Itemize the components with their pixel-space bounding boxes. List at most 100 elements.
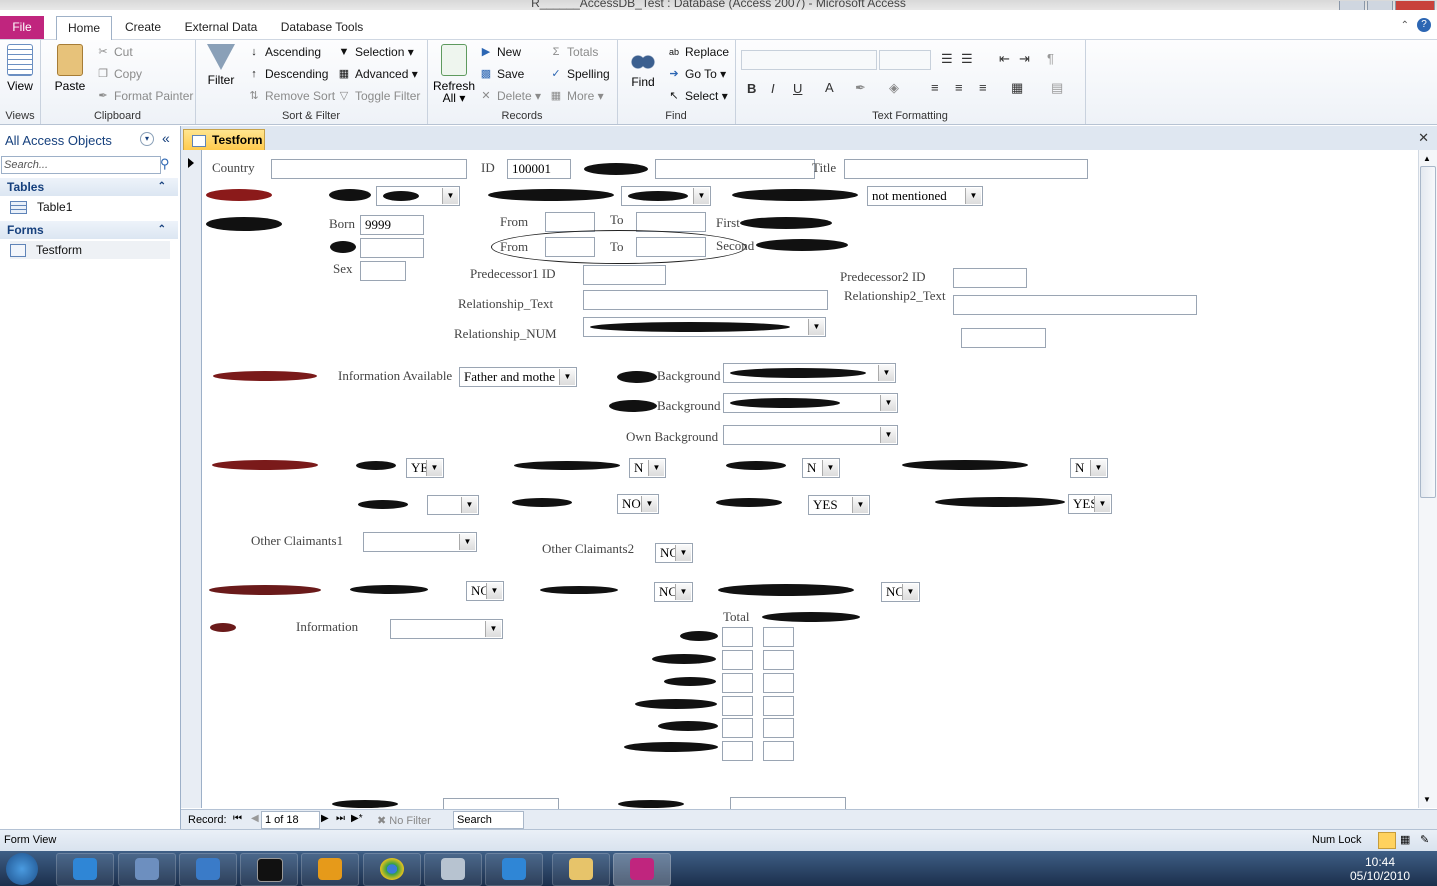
alternate-row-icon[interactable]: ▤ — [1051, 80, 1063, 96]
dropdown-arrow-icon[interactable]: ▼ — [461, 497, 477, 513]
sub-field-3[interactable] — [763, 673, 794, 693]
select-yes-2[interactable]: YES ▼ — [1068, 494, 1112, 514]
select-button[interactable]: ↖ Select ▾ — [667, 89, 727, 103]
father-background-select[interactable]: ▼ — [723, 363, 896, 383]
datasheet-view-icon[interactable]: ▦ — [1400, 833, 1410, 846]
total-field-3[interactable] — [722, 673, 753, 693]
no-filter-button[interactable]: ✖ No Filter — [377, 814, 431, 827]
align-left-icon[interactable]: ≡ — [931, 80, 939, 95]
record-position-field[interactable]: 1 of 18 — [261, 811, 320, 829]
font-name-select[interactable] — [741, 50, 877, 70]
spelling-button[interactable]: ✓ Spelling — [549, 67, 609, 81]
scroll-down-icon[interactable]: ▼ — [1423, 795, 1431, 804]
gridlines-icon[interactable]: ▦ — [1011, 80, 1023, 96]
title-field[interactable] — [844, 159, 1088, 179]
select-nc-1[interactable]: NC ▼ — [466, 581, 504, 601]
font-size-select[interactable] — [879, 50, 931, 70]
taskbar-app-pro[interactable] — [179, 853, 237, 886]
delete-button[interactable]: ✕ Delete ▾ — [479, 89, 541, 103]
information-select[interactable]: ▼ — [390, 619, 503, 639]
cut-button[interactable]: ✂ Cut — [96, 45, 132, 59]
ascending-button[interactable]: ↓ Ascending — [247, 45, 321, 59]
close-tab-icon[interactable]: ✕ — [1418, 130, 1429, 146]
select-nc-3[interactable]: NC ▼ — [881, 582, 920, 602]
predecessor2-field[interactable] — [953, 268, 1027, 288]
dropdown-arrow-icon[interactable]: ▼ — [559, 369, 575, 385]
dropdown-arrow-icon[interactable]: ▼ — [693, 188, 709, 204]
sub-field-2[interactable] — [763, 650, 794, 670]
first-record-icon[interactable]: ⏮ — [233, 813, 242, 824]
tab-external-data[interactable]: External Data — [180, 16, 262, 39]
other-claimants1-select[interactable]: ▼ — [363, 532, 477, 552]
to-field-1[interactable] — [636, 212, 706, 232]
dropdown-arrow-icon[interactable]: ▼ — [442, 188, 458, 204]
dropdown-arrow-icon[interactable]: ▼ — [648, 460, 664, 476]
taskbar-internet-explorer-2[interactable] — [485, 853, 543, 886]
dropdown-arrow-icon[interactable]: ▼ — [675, 584, 691, 600]
taskbar-chrome[interactable] — [363, 853, 421, 886]
taskbar-access[interactable] — [613, 853, 671, 886]
other-claimants2-select[interactable]: NC ▼ — [655, 543, 693, 563]
shutter-bar-icon[interactable]: « — [162, 130, 170, 146]
elected2-select[interactable]: ▼ — [427, 495, 479, 515]
total-field-2[interactable] — [722, 650, 753, 670]
new-record-nav-icon[interactable]: ▶* — [351, 813, 363, 824]
help-icon[interactable]: ? — [1417, 18, 1431, 32]
dropdown-arrow-icon[interactable]: ▼ — [641, 496, 657, 512]
clock[interactable]: 10:44 05/10/2010 — [1340, 855, 1420, 883]
nav-header[interactable]: All Access Objects ▾ « — [0, 130, 180, 152]
select-yes-1[interactable]: YES ▼ — [808, 495, 870, 515]
descending-button[interactable]: ↑ Descending — [247, 67, 328, 81]
relationship-text-field[interactable] — [583, 290, 828, 310]
advanced-button[interactable]: ▦ Advanced ▾ — [337, 67, 418, 81]
tab-file[interactable]: File — [0, 16, 44, 39]
previous-record-icon[interactable]: ◀ — [251, 813, 259, 824]
select-nc-2[interactable]: NC ▼ — [654, 582, 693, 602]
underline-button[interactable]: U — [793, 81, 802, 96]
select-2[interactable]: ▼ — [621, 186, 711, 206]
scroll-thumb[interactable] — [1420, 166, 1436, 498]
total-field-1[interactable] — [722, 627, 753, 647]
dropdown-arrow-icon[interactable]: ▼ — [902, 584, 918, 600]
sub-field-1[interactable] — [763, 627, 794, 647]
partial-field[interactable] — [730, 797, 846, 809]
name-field[interactable] — [655, 159, 815, 179]
font-color-icon[interactable]: A — [825, 80, 834, 95]
design-view-icon[interactable]: ✎ — [1420, 833, 1429, 846]
nav-item-table1[interactable]: Table1 — [10, 198, 72, 216]
bullets-icon[interactable]: ☰ — [941, 51, 953, 67]
record-selector[interactable] — [181, 150, 202, 808]
paste-button[interactable]: Paste — [50, 44, 90, 93]
sex-field[interactable] — [360, 261, 406, 281]
mother-background-select[interactable]: ▼ — [723, 393, 898, 413]
id-field[interactable]: 100001 — [507, 159, 571, 179]
dropdown-arrow-icon[interactable]: ▼ — [1094, 496, 1110, 512]
maximize-button[interactable] — [1367, 1, 1393, 10]
from-field-1[interactable] — [545, 212, 595, 232]
decrease-indent-icon[interactable]: ⇤ — [999, 51, 1010, 67]
taskbar-folder[interactable] — [552, 853, 610, 886]
country-field[interactable] — [271, 159, 467, 179]
tab-home[interactable]: Home — [56, 16, 112, 40]
replace-button[interactable]: ab Replace — [667, 45, 729, 59]
select-n1[interactable]: N ▼ — [629, 458, 666, 478]
total-field-6[interactable] — [722, 741, 753, 761]
numbering-icon[interactable]: ☰ — [961, 51, 973, 67]
nav-dropdown-icon[interactable]: ▾ — [140, 132, 154, 146]
from-field-2[interactable] — [545, 237, 595, 257]
sub-field-6[interactable] — [763, 741, 794, 761]
copy-button[interactable]: ❐ Copy — [96, 67, 142, 81]
total-field-4[interactable] — [722, 696, 753, 716]
record-search-input[interactable]: Search — [453, 811, 524, 829]
dropdown-arrow-icon[interactable]: ▼ — [822, 460, 838, 476]
new-record-button[interactable]: ▶ New — [479, 45, 521, 59]
dropdown-arrow-icon[interactable]: ▼ — [459, 534, 475, 550]
paragraph-icon[interactable]: ¶ — [1047, 51, 1054, 66]
relationship2-text-field[interactable] — [953, 295, 1197, 315]
partial-select[interactable] — [443, 798, 559, 809]
more-button[interactable]: ▦ More ▾ — [549, 89, 604, 103]
form-view-icon[interactable] — [1378, 832, 1396, 849]
taskbar-command-prompt[interactable] — [240, 853, 298, 886]
tab-database-tools[interactable]: Database Tools — [276, 16, 368, 39]
toggle-filter-button[interactable]: ▽ Toggle Filter — [337, 89, 421, 103]
